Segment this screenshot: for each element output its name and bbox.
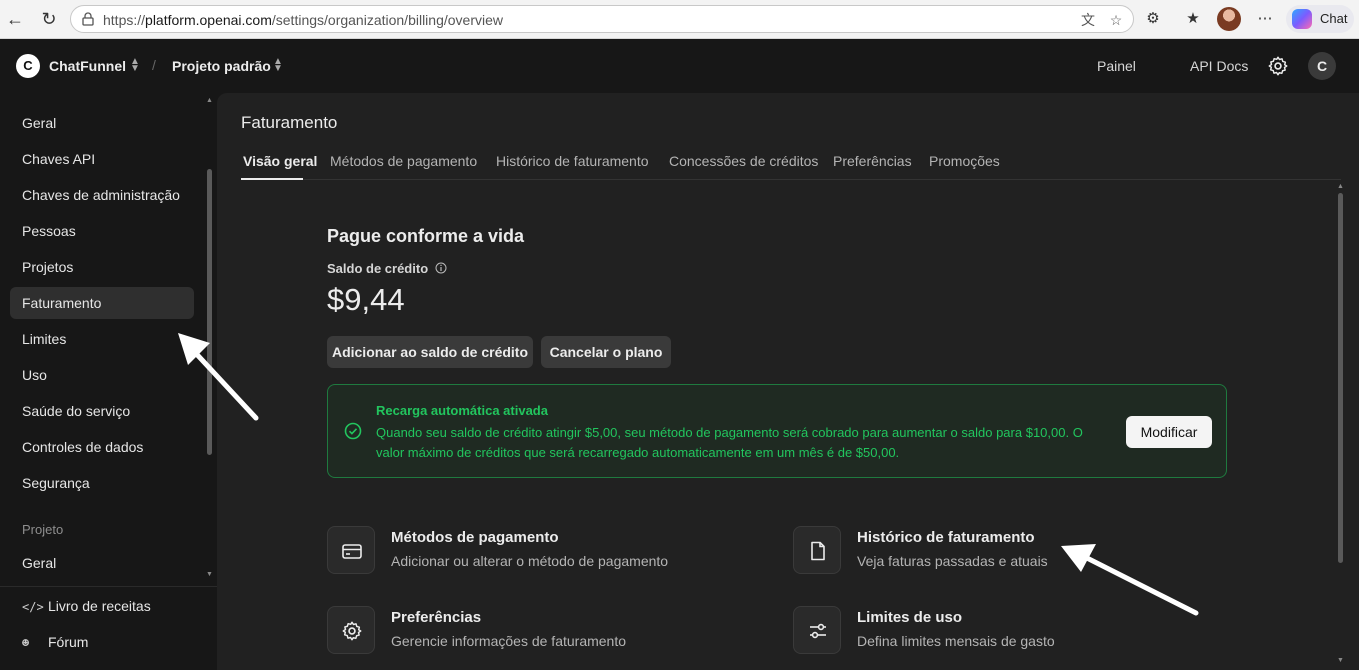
- info-icon[interactable]: [435, 262, 447, 274]
- annotation-arrow-sidebar: [178, 333, 259, 421]
- user-avatar[interactable]: C: [1308, 52, 1336, 80]
- sidebar-item-project-general[interactable]: Geral: [10, 547, 194, 579]
- add-credit-button[interactable]: Adicionar ao saldo de crédito: [327, 336, 533, 368]
- address-bar[interactable]: https://platform.openai.com/settings/org…: [70, 5, 1134, 33]
- translate-icon[interactable]: 文: [1079, 11, 1097, 29]
- sidebar-item-admin-keys[interactable]: Chaves de administração: [10, 179, 194, 211]
- preferences-card-subtitle: Gerencie informações de faturamento: [391, 633, 627, 649]
- people-icon: ☻: [22, 636, 30, 650]
- sidebar-section-project: Projeto: [22, 522, 64, 537]
- favorites-icon[interactable]: ★: [1182, 8, 1204, 30]
- auto-recharge-banner: Recarga automática ativada Quando seu sa…: [327, 384, 1227, 478]
- tab-credit-grants[interactable]: Concessões de créditos: [669, 153, 818, 169]
- credit-balance-value: $9,44: [327, 282, 405, 317]
- copilot-icon: [1292, 9, 1312, 29]
- usage-limits-card-title[interactable]: Limites de uso: [857, 609, 962, 626]
- dashboard-link[interactable]: Painel: [1097, 58, 1136, 74]
- tab-billing-history[interactable]: Histórico de faturamento: [496, 153, 649, 169]
- browser-profile-avatar[interactable]: [1217, 7, 1241, 31]
- sidebar-item-billing[interactable]: Faturamento: [10, 287, 194, 319]
- forum-label: Fórum: [48, 634, 89, 650]
- active-tab-indicator: [241, 178, 303, 180]
- annotation-arrow-billing-history: [1061, 544, 1199, 616]
- credit-card-icon[interactable]: [327, 526, 375, 574]
- back-icon[interactable]: ←: [4, 8, 26, 30]
- document-icon[interactable]: [793, 526, 841, 574]
- sidebar-item-api-keys[interactable]: Chaves API: [10, 143, 194, 175]
- gear-icon[interactable]: [327, 606, 375, 654]
- copilot-chat-button[interactable]: Chat: [1286, 5, 1354, 33]
- copilot-label: Chat: [1320, 11, 1348, 26]
- sidebar-item-data-controls[interactable]: Controles de dados: [10, 431, 194, 463]
- more-menu-icon[interactable]: ⋯: [1254, 8, 1276, 30]
- main-scrollbar[interactable]: [1338, 193, 1343, 563]
- sidebar-footer: </> Livro de receitas ☻ Fórum: [0, 586, 217, 670]
- billing-history-card-subtitle: Veja faturas passadas e atuais: [857, 553, 1048, 569]
- api-docs-link[interactable]: API Docs: [1190, 58, 1248, 74]
- url-text: https://platform.openai.com/settings/org…: [103, 12, 503, 28]
- sidebar-scroll-down-icon[interactable]: ▼: [206, 571, 213, 578]
- tab-promotions[interactable]: Promoções: [929, 153, 1000, 169]
- org-avatar[interactable]: C: [16, 54, 40, 78]
- sidebar-item-service-health[interactable]: Saúde do serviço: [10, 395, 194, 427]
- modify-button[interactable]: Modificar: [1126, 416, 1212, 448]
- project-chevron-icon[interactable]: ▲ ▼: [273, 57, 283, 74]
- payment-methods-card-title[interactable]: Métodos de pagamento: [391, 529, 559, 546]
- tab-preferences[interactable]: Preferências: [833, 153, 912, 169]
- settings-gear-icon[interactable]: [1267, 55, 1289, 77]
- payment-methods-card-subtitle: Adicionar ou alterar o método de pagamen…: [391, 553, 669, 569]
- cookbook-link[interactable]: </> Livro de receitas: [22, 598, 151, 614]
- app-header: C ChatFunnel ▲ ▼ / Projeto padrão ▲ ▼ Pain…: [0, 39, 1359, 93]
- usage-limits-card-subtitle: Defina limites mensais de gasto: [857, 633, 1055, 649]
- org-chevron-icon[interactable]: ▲ ▼: [130, 57, 140, 74]
- auto-recharge-title: Recarga automática ativada: [376, 403, 548, 418]
- credit-balance-label: Saldo de crédito: [327, 261, 429, 276]
- forum-link[interactable]: ☻ Fórum: [22, 634, 88, 650]
- sidebar-item-security[interactable]: Segurança: [10, 467, 194, 499]
- auto-recharge-description: Quando seu saldo de crédito atingir $5,0…: [376, 425, 1083, 460]
- sidebar-item-usage[interactable]: Uso: [10, 359, 194, 391]
- sidebar-item-limits[interactable]: Limites: [10, 323, 194, 355]
- favorite-star-icon[interactable]: ☆: [1107, 11, 1125, 29]
- check-circle-icon: [344, 422, 362, 440]
- main-scroll-down-icon[interactable]: ▼: [1337, 657, 1344, 664]
- code-icon: </>: [22, 600, 44, 614]
- tab-payment-methods[interactable]: Métodos de pagamento: [330, 153, 477, 169]
- main-scroll-up-icon[interactable]: ▲: [1337, 183, 1344, 190]
- extensions-icon[interactable]: ⚙: [1142, 8, 1164, 30]
- tabs-divider: [241, 179, 1341, 180]
- billing-history-card-title[interactable]: Histórico de faturamento: [857, 529, 1035, 546]
- cancel-plan-button[interactable]: Cancelar o plano: [541, 336, 671, 368]
- cookbook-label: Livro de receitas: [48, 598, 151, 614]
- page-title: Faturamento: [241, 113, 338, 132]
- browser-toolbar: ← ↻ https://platform.openai.com/settings…: [0, 0, 1359, 39]
- preferences-card-title[interactable]: Preferências: [391, 609, 481, 626]
- breadcrumb-separator: /: [152, 57, 156, 73]
- project-switcher[interactable]: Projeto padrão: [172, 58, 271, 74]
- sidebar-scroll-up-icon[interactable]: ▲: [206, 97, 213, 104]
- tab-overview[interactable]: Visão geral: [243, 153, 317, 169]
- plan-title: Pague conforme a vida: [327, 226, 525, 246]
- site-info-icon[interactable]: [81, 12, 95, 26]
- sidebar-item-projects[interactable]: Projetos: [10, 251, 194, 283]
- sliders-icon[interactable]: [793, 606, 841, 654]
- sidebar-item-general[interactable]: Geral: [10, 107, 194, 139]
- refresh-icon[interactable]: ↻: [38, 8, 60, 30]
- sidebar-item-people[interactable]: Pessoas: [10, 215, 194, 247]
- org-switcher[interactable]: ChatFunnel: [49, 58, 126, 74]
